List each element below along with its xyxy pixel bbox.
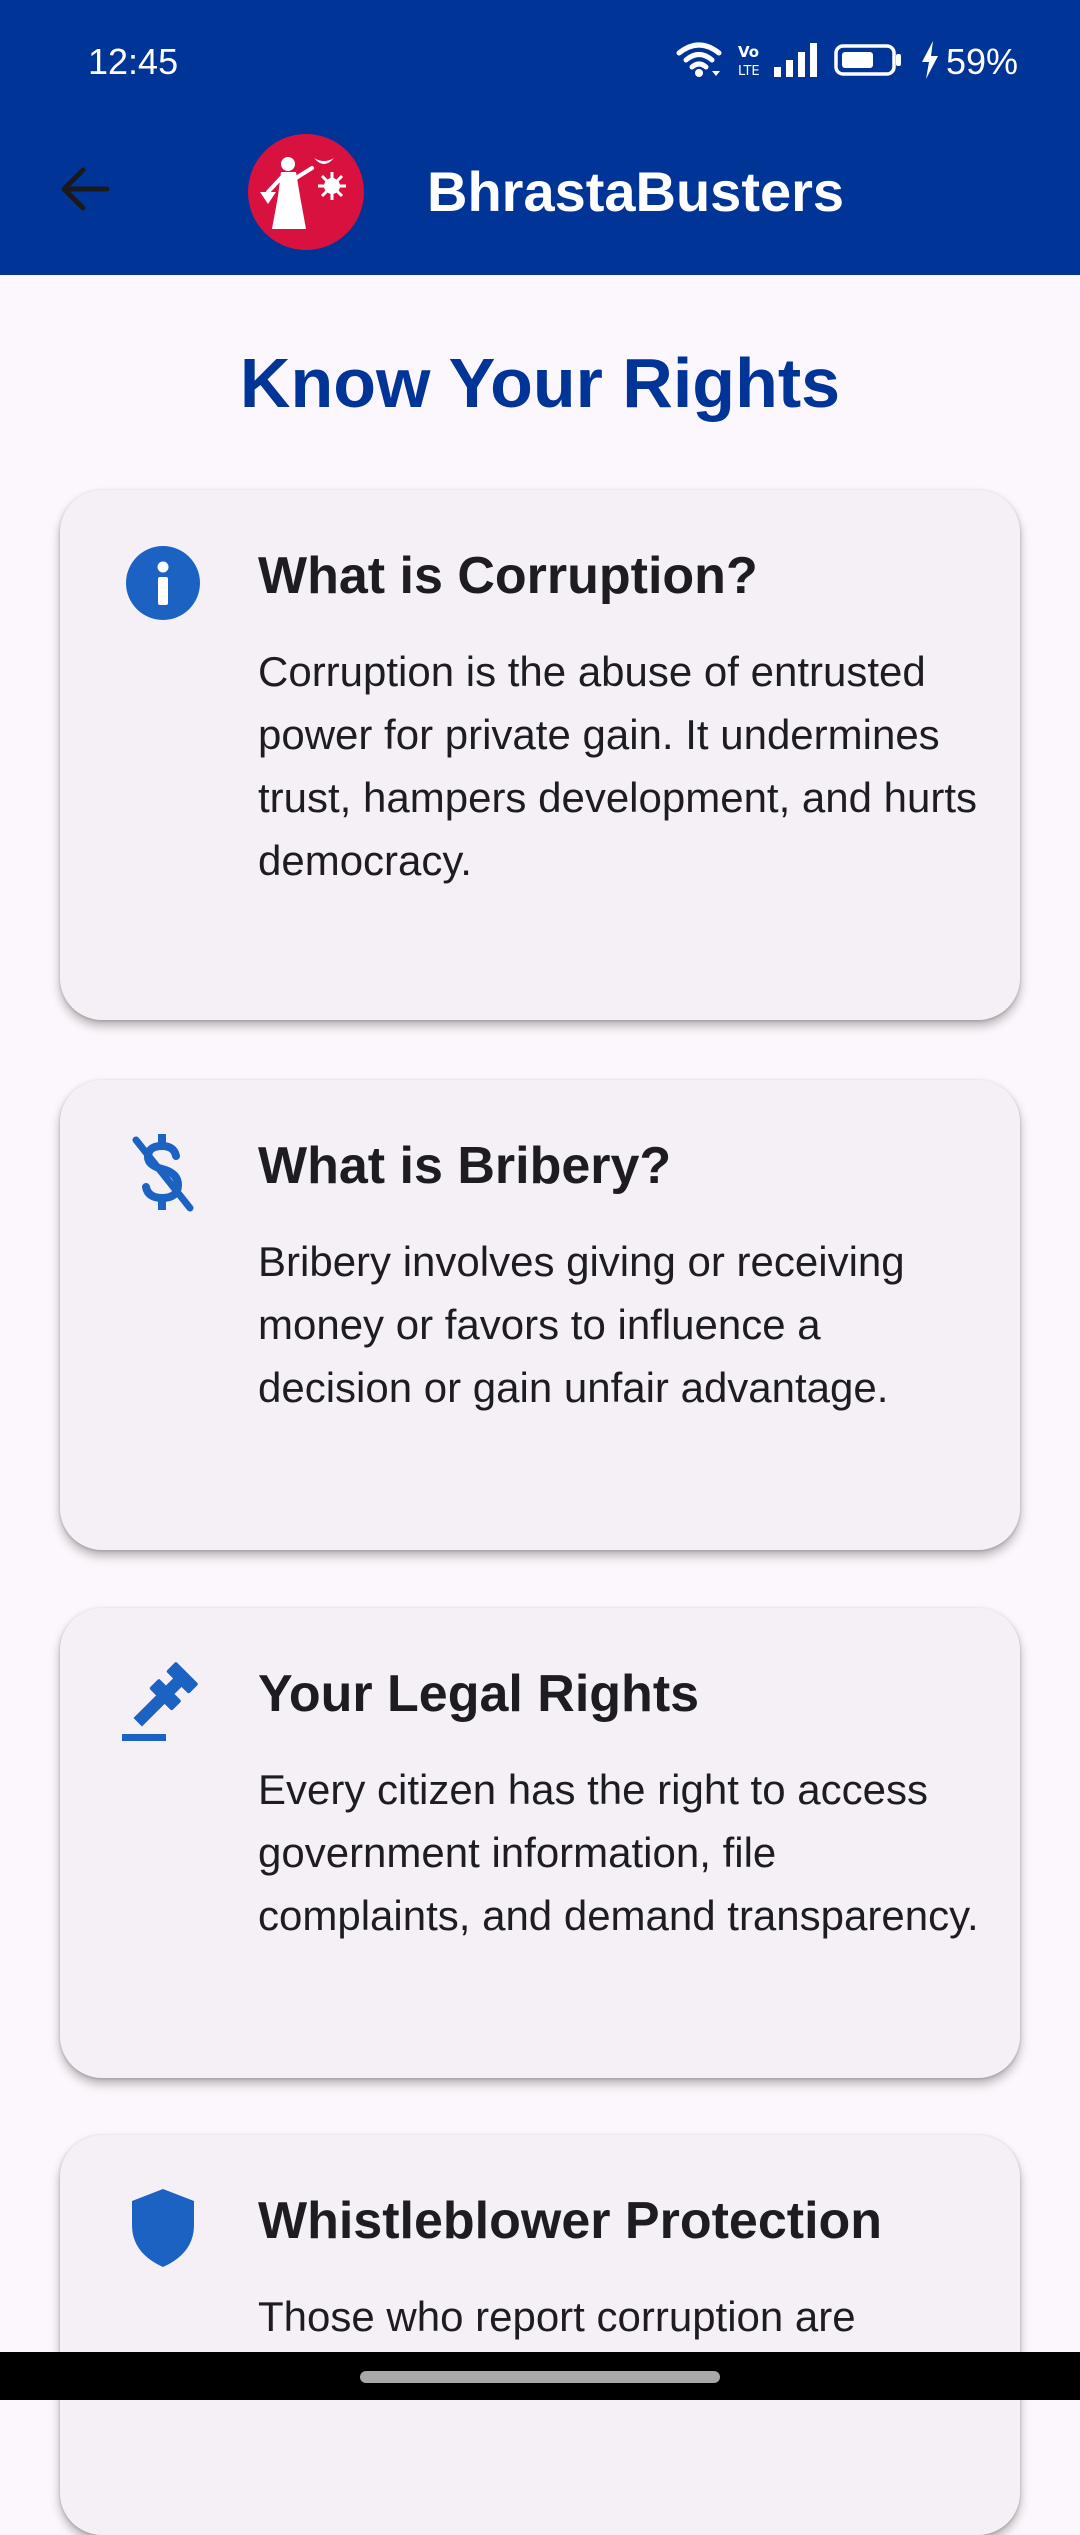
- home-gesture-handle[interactable]: [360, 2371, 720, 2383]
- page-title: Know Your Rights: [239, 344, 841, 422]
- info-icon: [120, 540, 206, 626]
- wifi-icon: [676, 41, 722, 84]
- status-icons: Vo LTE 59%: [662, 36, 1018, 88]
- shield-icon: [120, 2185, 206, 2271]
- status-time: 12:45: [88, 41, 179, 82]
- svg-text:Vo: Vo: [738, 43, 759, 61]
- battery-percentage: 59%: [945, 41, 1018, 82]
- card-title: What is Bribery?: [258, 1137, 672, 1195]
- card-what-is-bribery[interactable]: What is Bribery? Bribery involves giving…: [60, 1080, 1020, 1550]
- arrow-left-icon: [59, 166, 111, 217]
- card-body: Every citizen has the right to access go…: [258, 1766, 979, 1939]
- card-whistleblower-protection[interactable]: Whistleblower Protection Those who repor…: [60, 2135, 1020, 2535]
- app-title: BhrastaBusters: [427, 160, 845, 223]
- back-button[interactable]: [50, 156, 120, 226]
- card-title: Whistleblower Protection: [258, 2192, 883, 2250]
- charging-icon: [920, 40, 940, 84]
- card-title: What is Corruption?: [258, 547, 758, 605]
- battery-icon: [834, 43, 906, 82]
- justice-emblem-logo: [260, 157, 346, 229]
- card-body: Corruption is the abuse of entrusted pow…: [258, 648, 978, 884]
- app-bar: 12:45 Vo LTE 59% BhrastaBusters: [0, 0, 1080, 275]
- signal-icon: [773, 42, 820, 82]
- app-logo: [248, 134, 364, 250]
- card-body: Those who report corruption are: [258, 2293, 856, 2340]
- volte-icon: Vo LTE: [736, 41, 760, 84]
- money-off-icon: [120, 1130, 206, 1216]
- card-what-is-corruption[interactable]: What is Corruption? Corruption is the ab…: [60, 490, 1020, 1020]
- system-nav-bar: [0, 2352, 1080, 2400]
- card-title: Your Legal Rights: [258, 1665, 700, 1723]
- svg-text:LTE: LTE: [738, 64, 760, 79]
- card-body: Bribery involves giving or receiving mon…: [258, 1238, 905, 1411]
- gavel-icon: [120, 1658, 206, 1744]
- card-your-legal-rights[interactable]: Your Legal Rights Every citizen has the …: [60, 1608, 1020, 2078]
